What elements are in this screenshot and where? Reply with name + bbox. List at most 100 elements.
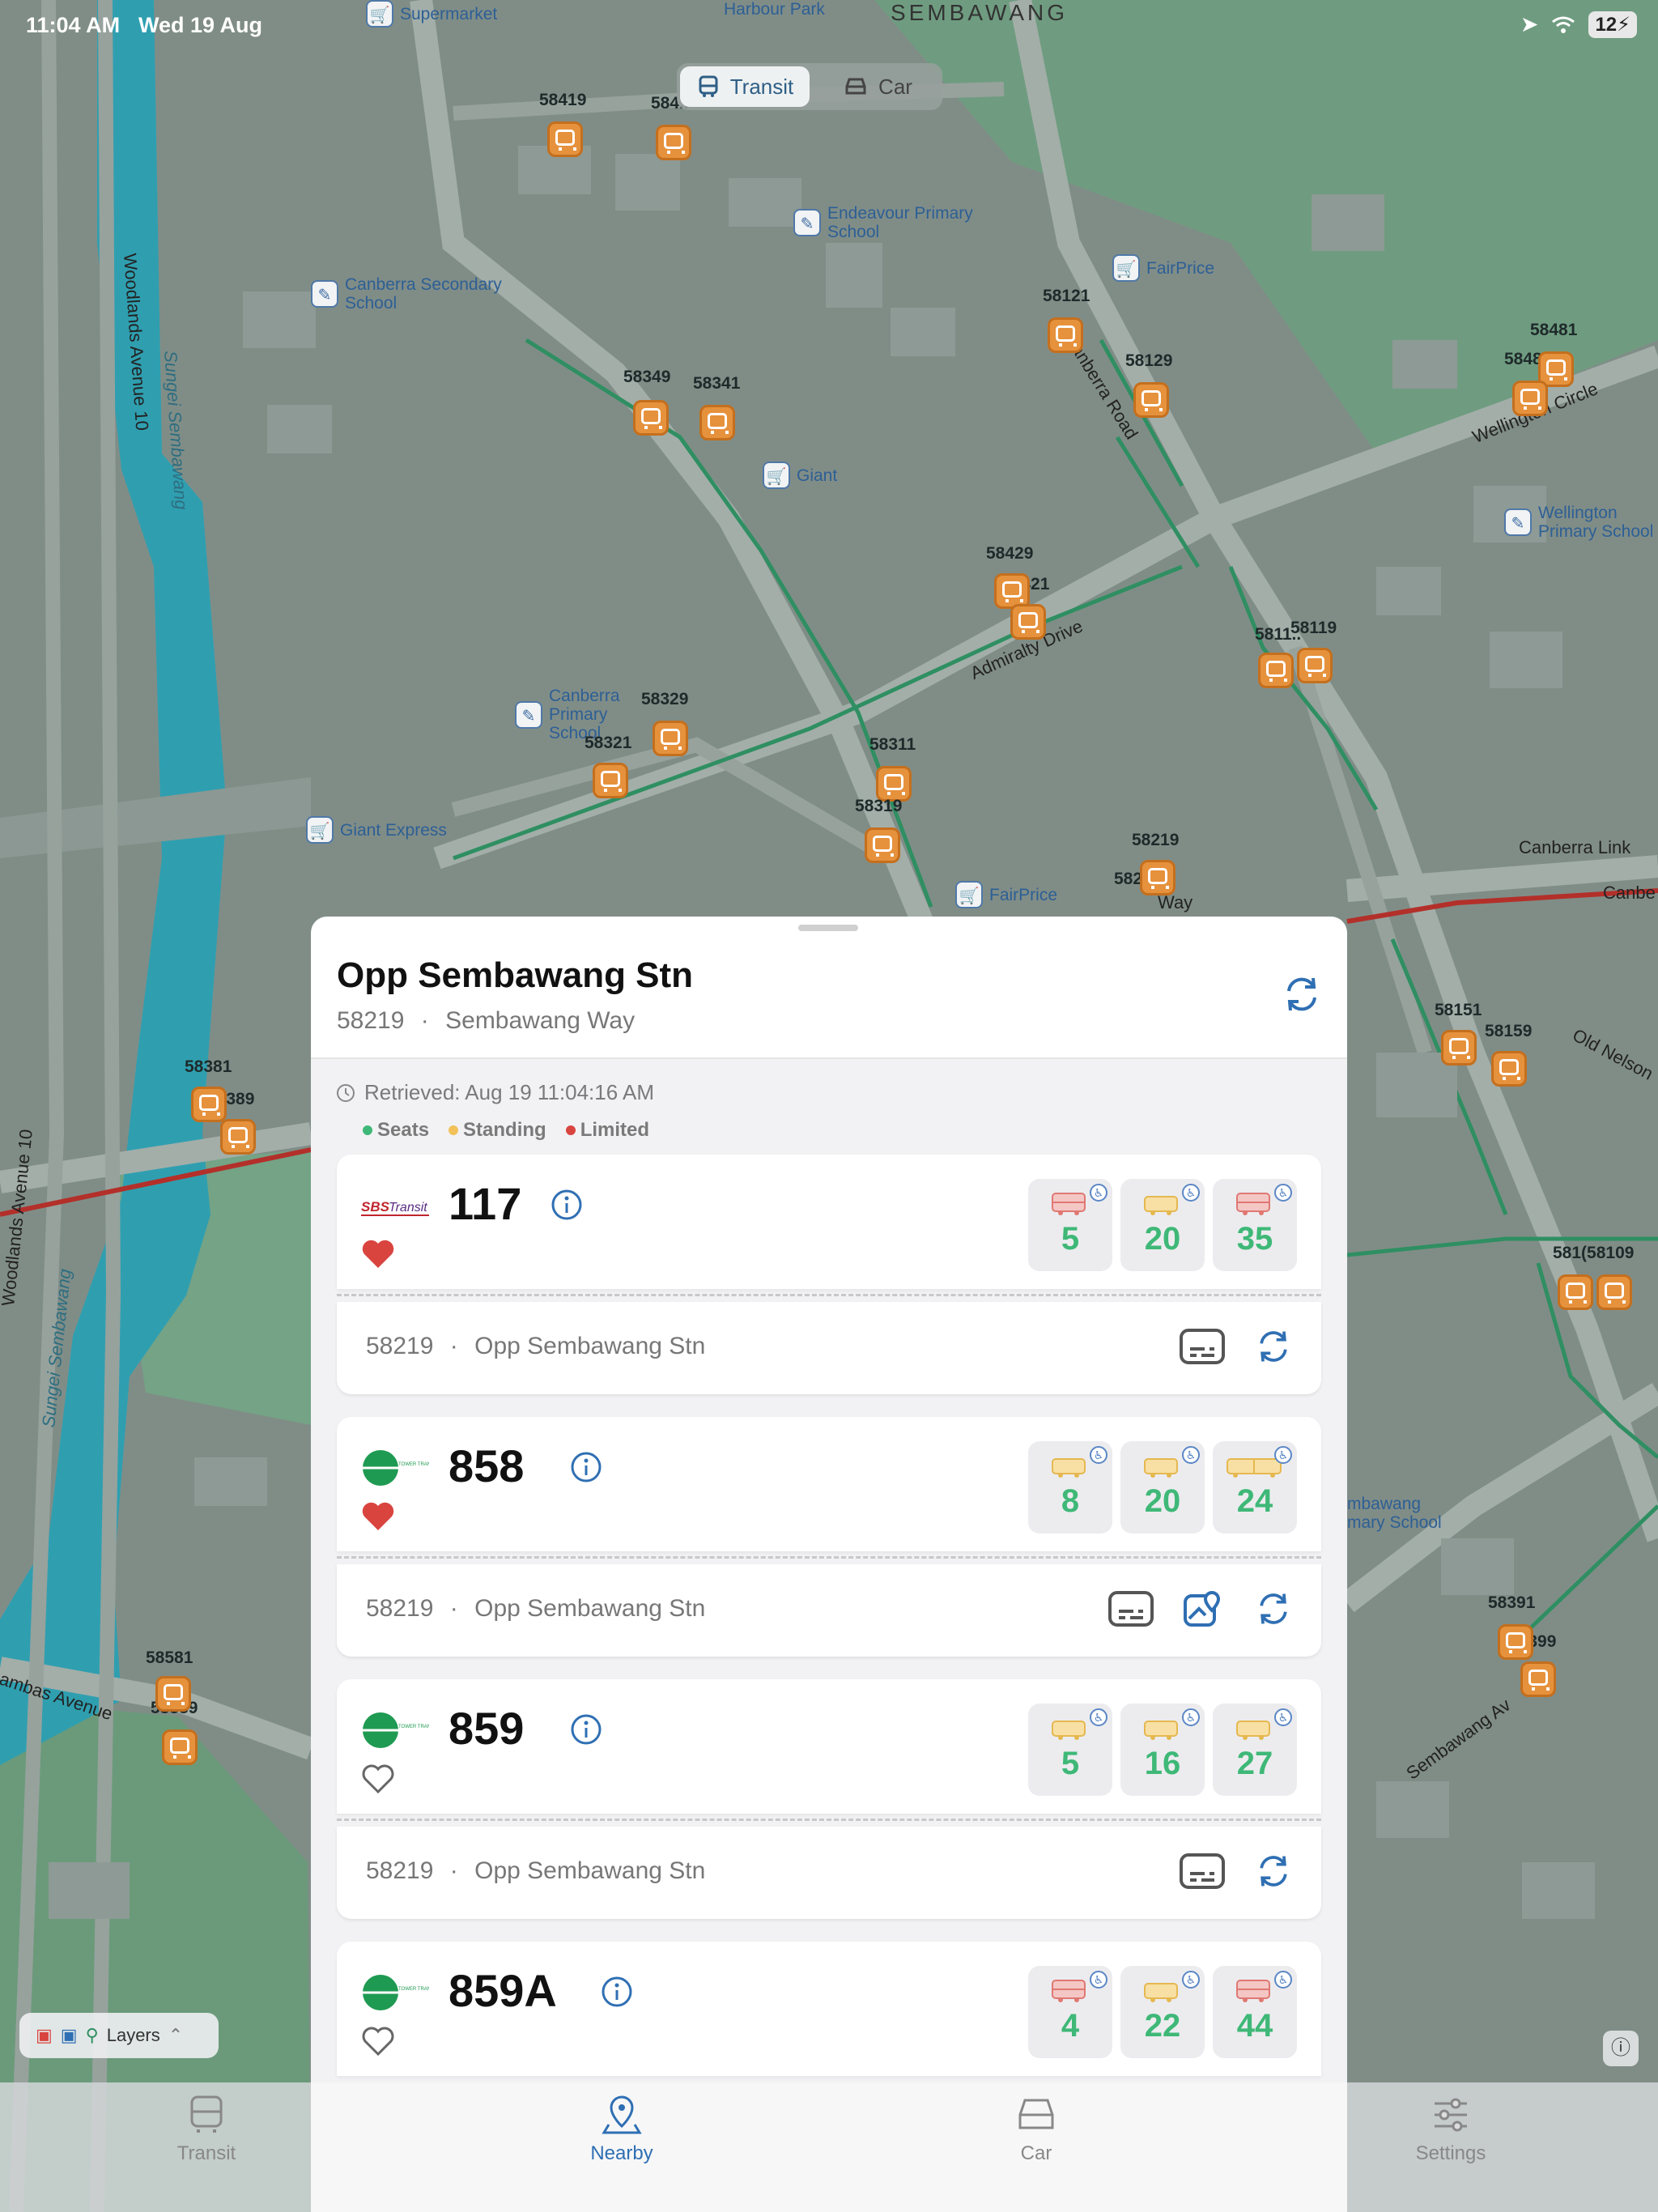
bus-stop-marker[interactable]	[699, 405, 735, 440]
services-list[interactable]: Retrieved: Aug 19 11:04:16 AM Seats Stan…	[311, 1059, 1347, 2212]
refresh-service-button[interactable]	[1250, 1323, 1297, 1370]
sheet-grabber[interactable]	[798, 925, 858, 931]
timetable-button[interactable]	[1179, 1848, 1226, 1895]
bus-stop-marker[interactable]	[633, 400, 669, 436]
service-info-button[interactable]	[570, 1713, 602, 1750]
tab-transit[interactable]: Transit	[117, 2094, 295, 2165]
timetable-button[interactable]	[1179, 1323, 1226, 1370]
stop-title: Opp Sembawang Stn	[337, 955, 694, 995]
service-card-859[interactable]: TOWER TRANSIT 859 ♿ 5 ♿	[337, 1679, 1321, 1930]
tab-settings[interactable]: Settings	[1362, 2094, 1540, 2165]
layers-label: Layers	[106, 2025, 160, 2045]
map-pin-icon	[1184, 1590, 1221, 1627]
service-card-858[interactable]: TOWER TRANSIT 858 ♿ 8 ♿	[337, 1417, 1321, 1668]
transit-mode-button[interactable]: Transit	[680, 66, 810, 107]
service-stop-row[interactable]: 58219 · Opp Sembawang Stn	[337, 1564, 1321, 1657]
favorite-button[interactable]	[361, 1763, 395, 1798]
double-decker-limited-icon	[1052, 1193, 1086, 1215]
bus-stop-marker[interactable]	[1297, 648, 1333, 683]
refresh-service-button[interactable]	[1250, 1848, 1297, 1895]
service-info-button[interactable]	[601, 1976, 633, 2012]
bus-stop-marker[interactable]	[1010, 604, 1046, 640]
info-circle-icon	[571, 1714, 602, 1745]
bus-stop-marker[interactable]	[547, 121, 583, 157]
train-blue-icon: ▣	[60, 2025, 78, 2045]
service-stop-code: 58219	[366, 1595, 434, 1622]
service-stop-info: 58219 · Opp Sembawang Stn	[366, 1595, 706, 1622]
arrival-slot: ♿ 16	[1120, 1704, 1205, 1796]
info-circle-icon	[571, 1452, 602, 1482]
wheelchair-icon: ♿	[1274, 1971, 1292, 1989]
favorite-button[interactable]	[361, 1501, 395, 1536]
bus-stop-marker[interactable]	[653, 721, 688, 756]
favorite-button[interactable]	[361, 2026, 395, 2061]
bus-stop-marker[interactable]	[1258, 653, 1294, 688]
bus-stop-marker[interactable]	[1498, 1624, 1533, 1660]
refresh-service-button[interactable]	[1250, 1585, 1297, 1632]
car-icon	[845, 78, 866, 95]
location-pin-icon	[602, 2095, 642, 2134]
service-header[interactable]: TOWER TRANSIT 858 ♿ 8 ♿	[337, 1417, 1321, 1551]
route-map-button[interactable]	[1179, 1585, 1226, 1632]
poi-fairprice-2[interactable]: 🛒 FairPrice	[955, 881, 1057, 908]
bus-icon	[699, 75, 718, 97]
bus-stop-marker[interactable]	[220, 1119, 256, 1155]
street-canberra-link: Canberra Link	[1519, 837, 1631, 857]
bus-stop-marker[interactable]	[1491, 1051, 1527, 1087]
service-card-117[interactable]: SBS Transit 117 ♿ 5 ♿ 20 ♿ 35 58219 · Op…	[337, 1155, 1321, 1406]
poi-fairprice[interactable]: 🛒 FairPrice	[1112, 254, 1214, 282]
favorite-button[interactable]	[361, 1239, 395, 1274]
bus-stop-marker[interactable]	[1048, 317, 1083, 353]
bus-stop-marker[interactable]	[1520, 1661, 1556, 1697]
poi-sembawang-school[interactable]: mbawang mary School	[1347, 1495, 1444, 1532]
timetable-button[interactable]	[1107, 1585, 1154, 1632]
poi-endeavour-school[interactable]: ✎ Endeavour Primary School	[793, 204, 989, 241]
bus-stop-marker[interactable]	[593, 763, 628, 798]
map-info-button[interactable]: ⓘ	[1603, 2031, 1639, 2066]
poi-wellington-school[interactable]: ✎ Wellington Primary School	[1504, 504, 1658, 541]
service-number: 859	[449, 1703, 525, 1754]
bus-stop-marker[interactable]	[1441, 1030, 1477, 1066]
layers-button[interactable]: ▣ ▣ ⚲ Layers ⌃	[19, 2013, 219, 2058]
bus-stop-sheet[interactable]: Opp Sembawang Stn 58219 · Sembawang Way …	[311, 917, 1347, 2212]
info-icon: ⓘ	[1611, 2037, 1630, 2059]
arrival-slot: ♿ 27	[1213, 1704, 1297, 1796]
wheelchair-icon: ♿	[1090, 1708, 1107, 1726]
service-stop-row[interactable]: 58219 · Opp Sembawang Stn	[337, 1302, 1321, 1394]
bus-stop-marker[interactable]	[1512, 381, 1548, 416]
subtitles-icon	[1108, 1591, 1154, 1627]
bus-stop-marker-selected[interactable]	[1140, 860, 1175, 895]
service-info-button[interactable]	[551, 1189, 583, 1225]
bus-stop-marker[interactable]	[155, 1676, 191, 1712]
bus-stop-marker[interactable]	[1558, 1274, 1593, 1310]
tab-nearby[interactable]: Nearby	[533, 2094, 711, 2165]
arrival-minutes: 35	[1236, 1221, 1273, 1257]
bus-stop-marker[interactable]	[865, 827, 900, 863]
service-info-button[interactable]	[570, 1451, 602, 1487]
refresh-stop-button[interactable]	[1281, 973, 1323, 1019]
bus-stop-marker[interactable]	[1133, 382, 1169, 418]
service-header[interactable]: TOWER TRANSIT 859A ♿ 4 ♿	[337, 1942, 1321, 2076]
refresh-icon	[1287, 977, 1316, 1011]
poi-giant[interactable]: 🛒 Giant	[763, 462, 837, 489]
service-stop-row[interactable]: 58219 · Opp Sembawang Stn	[337, 1827, 1321, 1919]
transit-car-toggle[interactable]: Transit Car	[677, 63, 942, 110]
status-date: Wed 19 Aug	[138, 13, 263, 37]
bus-stop-marker[interactable]	[191, 1087, 227, 1122]
bus-stop-marker[interactable]	[162, 1729, 198, 1765]
svg-text:Transit: Transit	[389, 1201, 427, 1214]
tab-car[interactable]: Car	[947, 2094, 1125, 2165]
bus-red-icon: ▣	[36, 2025, 53, 2045]
tab-nearby-label: Nearby	[590, 2142, 653, 2164]
poi-giant-express[interactable]: 🛒 Giant Express	[306, 816, 447, 844]
car-mode-button[interactable]: Car	[813, 63, 942, 110]
poi-canberra-secondary[interactable]: ✎ Canberra Secondary School	[311, 275, 515, 313]
service-header[interactable]: SBS Transit 117 ♿ 5 ♿ 20 ♿ 35	[337, 1155, 1321, 1289]
arrival-slot: ♿ 5	[1028, 1704, 1112, 1796]
bus-stop-marker[interactable]	[1596, 1274, 1632, 1310]
bus-stop-marker[interactable]	[656, 125, 691, 160]
wheelchair-icon: ♿	[1274, 1184, 1292, 1202]
service-header[interactable]: TOWER TRANSIT 859 ♿ 5 ♿	[337, 1679, 1321, 1814]
tab-bar-center	[311, 2082, 1347, 2212]
arrival-minutes: 8	[1061, 1483, 1080, 1519]
